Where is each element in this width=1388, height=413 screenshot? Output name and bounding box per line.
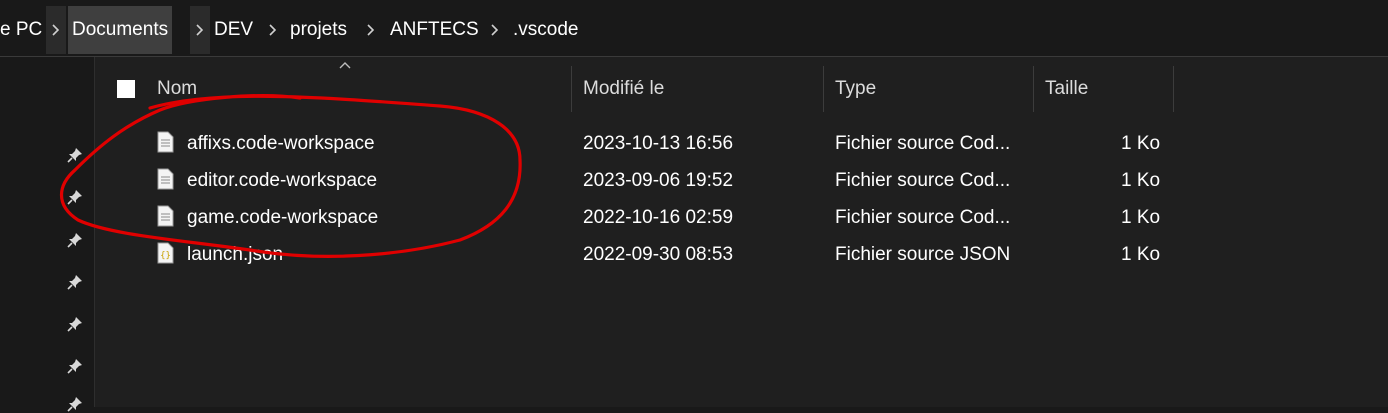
file-type: Fichier source Cod... xyxy=(835,170,1011,191)
column-header-size[interactable]: Taille xyxy=(1045,66,1088,112)
column-header-modified[interactable]: Modifié le xyxy=(583,66,664,112)
breadcrumb-chevron-icon[interactable] xyxy=(361,6,381,54)
pin-icon[interactable] xyxy=(66,146,84,164)
table-row[interactable]: affixs.code-workspace 2023-10-13 16:56 F… xyxy=(95,125,1388,162)
json-file-icon: {} xyxy=(157,242,174,264)
column-divider[interactable] xyxy=(1033,66,1034,112)
column-header-type[interactable]: Type xyxy=(835,66,876,112)
breadcrumb-vscode[interactable]: .vscode xyxy=(513,6,578,54)
column-divider[interactable] xyxy=(823,66,824,112)
sort-ascending-icon xyxy=(339,62,351,69)
pin-icon[interactable] xyxy=(66,395,84,413)
file-list: Nom Modifié le Type Taille affixs.code-w… xyxy=(95,57,1388,407)
document-icon xyxy=(157,168,174,190)
file-modified: 2022-10-16 02:59 xyxy=(583,207,734,228)
breadcrumb-chevron-icon[interactable] xyxy=(485,6,505,54)
document-icon xyxy=(157,205,174,227)
svg-text:{}: {} xyxy=(160,251,171,261)
pin-icon[interactable] xyxy=(66,273,84,291)
column-divider[interactable] xyxy=(1173,66,1174,112)
breadcrumb-this-pc[interactable]: e PC xyxy=(0,6,42,54)
breadcrumb-chevron-icon[interactable] xyxy=(190,6,210,54)
breadcrumb-anftecs[interactable]: ANFTECS xyxy=(390,6,479,54)
column-header-name[interactable]: Nom xyxy=(157,66,197,112)
column-divider[interactable] xyxy=(571,66,572,112)
file-size: 1 Ko xyxy=(1121,133,1161,154)
file-size: 1 Ko xyxy=(1121,244,1161,265)
file-size: 1 Ko xyxy=(1121,170,1161,191)
file-type: Fichier source Cod... xyxy=(835,133,1011,154)
pin-icon[interactable] xyxy=(66,231,84,249)
pin-icon[interactable] xyxy=(66,315,84,333)
file-size: 1 Ko xyxy=(1121,207,1161,228)
breadcrumb-projets[interactable]: projets xyxy=(290,6,347,54)
file-modified: 2022-09-30 08:53 xyxy=(583,244,734,265)
file-modified: 2023-10-13 16:56 xyxy=(583,133,734,154)
file-name: affixs.code-workspace xyxy=(187,133,375,154)
breadcrumb-dev[interactable]: DEV xyxy=(214,6,253,54)
breadcrumb-documents[interactable]: Documents xyxy=(68,6,173,54)
table-row[interactable]: {} launch.json 2022-09-30 08:53 Fichier … xyxy=(95,236,1388,273)
breadcrumb-chevron-icon[interactable] xyxy=(46,6,66,54)
table-row[interactable]: game.code-workspace 2022-10-16 02:59 Fic… xyxy=(95,199,1388,236)
file-name: editor.code-workspace xyxy=(187,170,378,191)
file-name: launch.json xyxy=(187,244,284,265)
file-type: Fichier source Cod... xyxy=(835,207,1011,228)
pin-icon[interactable] xyxy=(66,357,84,375)
breadcrumb-chevron-icon[interactable] xyxy=(263,6,283,54)
table-row[interactable]: editor.code-workspace 2023-09-06 19:52 F… xyxy=(95,162,1388,199)
pin-icon[interactable] xyxy=(66,188,84,206)
file-name: game.code-workspace xyxy=(187,207,379,228)
select-all-checkbox[interactable] xyxy=(117,80,135,98)
document-icon xyxy=(157,131,174,153)
address-bar: e PC Documents DEV projets ANFTECS .vsco… xyxy=(0,0,1388,57)
file-type: Fichier source JSON xyxy=(835,244,1011,265)
navigation-pane xyxy=(0,57,95,412)
file-modified: 2023-09-06 19:52 xyxy=(583,170,734,191)
